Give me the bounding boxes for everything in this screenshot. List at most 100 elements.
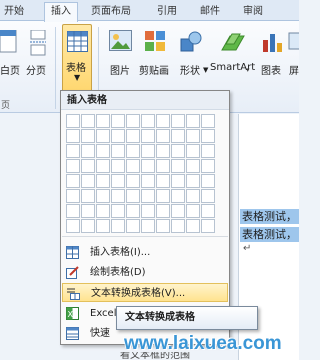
menu-item-draw-table[interactable]: 绘制表格(D) xyxy=(62,263,228,282)
table-grid-cell[interactable] xyxy=(96,219,110,233)
table-grid-cell[interactable] xyxy=(186,219,200,233)
table-grid-cell[interactable] xyxy=(96,189,110,203)
table-grid-cell[interactable] xyxy=(171,204,185,218)
table-grid-cell[interactable] xyxy=(81,114,95,128)
page-break-button[interactable]: 分页 xyxy=(24,28,52,94)
table-grid-cell[interactable] xyxy=(66,219,80,233)
table-grid-cell[interactable] xyxy=(156,144,170,158)
table-grid-cell[interactable] xyxy=(141,129,155,143)
table-grid-cell[interactable] xyxy=(156,114,170,128)
table-grid-cell[interactable] xyxy=(201,189,215,203)
table-grid-cell[interactable] xyxy=(156,219,170,233)
table-grid-cell[interactable] xyxy=(171,159,185,173)
table-grid-cell[interactable] xyxy=(111,144,125,158)
table-grid-cell[interactable] xyxy=(96,204,110,218)
table-grid-cell[interactable] xyxy=(171,144,185,158)
table-grid-cell[interactable] xyxy=(111,204,125,218)
table-grid-cell[interactable] xyxy=(66,129,80,143)
shapes-button[interactable]: 形状 ▼ xyxy=(176,28,208,94)
table-grid-cell[interactable] xyxy=(141,144,155,158)
table-grid-cell[interactable] xyxy=(126,204,140,218)
table-grid-cell[interactable] xyxy=(126,174,140,188)
table-grid-cell[interactable] xyxy=(141,174,155,188)
table-grid-cell[interactable] xyxy=(186,129,200,143)
table-grid-cell[interactable] xyxy=(171,219,185,233)
table-grid-cell[interactable] xyxy=(66,174,80,188)
table-grid-cell[interactable] xyxy=(201,219,215,233)
tab-review[interactable]: 审阅 xyxy=(243,3,263,21)
blank-page-button[interactable]: 白页 xyxy=(0,28,22,94)
table-grid-cell[interactable] xyxy=(66,189,80,203)
chart-button[interactable]: 图表 xyxy=(258,28,286,94)
table-grid-cell[interactable] xyxy=(66,114,80,128)
tab-mailings[interactable]: 邮件 xyxy=(200,3,220,21)
table-grid-cell[interactable] xyxy=(96,144,110,158)
screenshot-button[interactable]: 屏 xyxy=(288,28,299,94)
table-grid-cell[interactable] xyxy=(126,144,140,158)
menu-item-insert-table[interactable]: 插入表格(I)... xyxy=(62,243,228,262)
document-line-2[interactable]: 表格测试， xyxy=(240,227,299,242)
tab-home[interactable]: 开始 xyxy=(4,3,24,21)
table-grid-cell[interactable] xyxy=(126,129,140,143)
table-grid-cell[interactable] xyxy=(96,159,110,173)
table-grid-cell[interactable] xyxy=(186,114,200,128)
table-grid-cell[interactable] xyxy=(126,189,140,203)
table-grid-cell[interactable] xyxy=(126,219,140,233)
table-grid-cell[interactable] xyxy=(81,129,95,143)
tab-page-layout[interactable]: 页面布局 xyxy=(91,3,131,21)
table-grid-cell[interactable] xyxy=(111,189,125,203)
table-grid-cell[interactable] xyxy=(201,114,215,128)
table-grid-cell[interactable] xyxy=(141,189,155,203)
table-grid-cell[interactable] xyxy=(201,174,215,188)
table-grid-cell[interactable] xyxy=(201,159,215,173)
smartart-button[interactable]: SmartArt xyxy=(208,28,256,94)
table-grid-cell[interactable] xyxy=(186,189,200,203)
table-grid-cell[interactable] xyxy=(141,159,155,173)
tab-insert[interactable]: 插入 xyxy=(44,2,78,22)
clipart-button[interactable]: 剪贴画 xyxy=(138,28,174,94)
table-grid-cell[interactable] xyxy=(96,114,110,128)
table-grid-cell[interactable] xyxy=(156,129,170,143)
document-line-1[interactable]: 表格测试， xyxy=(240,209,299,224)
table-grid-cell[interactable] xyxy=(156,159,170,173)
table-grid-cell[interactable] xyxy=(81,189,95,203)
table-grid-cell[interactable] xyxy=(126,114,140,128)
table-grid-cell[interactable] xyxy=(156,174,170,188)
table-grid-cell[interactable] xyxy=(141,204,155,218)
table-grid-cell[interactable] xyxy=(186,204,200,218)
table-grid-cell[interactable] xyxy=(111,129,125,143)
table-grid-cell[interactable] xyxy=(171,174,185,188)
table-grid-cell[interactable] xyxy=(81,144,95,158)
table-grid-cell[interactable] xyxy=(201,129,215,143)
table-grid-cell[interactable] xyxy=(81,174,95,188)
table-grid-cell[interactable] xyxy=(171,129,185,143)
table-grid-cell[interactable] xyxy=(66,204,80,218)
table-grid-cell[interactable] xyxy=(141,114,155,128)
table-grid-cell[interactable] xyxy=(96,174,110,188)
table-grid-cell[interactable] xyxy=(156,204,170,218)
table-grid-cell[interactable] xyxy=(141,219,155,233)
table-grid-cell[interactable] xyxy=(81,219,95,233)
table-grid-cell[interactable] xyxy=(66,159,80,173)
menu-item-convert-text-to-table[interactable]: 文本转换成表格(V)... xyxy=(62,283,228,302)
table-grid-cell[interactable] xyxy=(96,129,110,143)
picture-button[interactable]: 图片 xyxy=(104,28,136,94)
table-grid-cell[interactable] xyxy=(201,204,215,218)
table-grid-cell[interactable] xyxy=(156,189,170,203)
tab-references[interactable]: 引用 xyxy=(157,3,177,21)
table-grid-cell[interactable] xyxy=(126,159,140,173)
table-grid-cell[interactable] xyxy=(81,159,95,173)
table-grid-cell[interactable] xyxy=(111,159,125,173)
table-grid-cell[interactable] xyxy=(186,174,200,188)
table-grid-cell[interactable] xyxy=(171,189,185,203)
table-grid-cell[interactable] xyxy=(186,144,200,158)
table-grid-cell[interactable] xyxy=(66,144,80,158)
table-grid-cell[interactable] xyxy=(111,174,125,188)
table-grid-cell[interactable] xyxy=(111,219,125,233)
table-size-grid[interactable] xyxy=(66,114,215,233)
table-grid-cell[interactable] xyxy=(186,159,200,173)
table-grid-cell[interactable] xyxy=(111,114,125,128)
table-grid-cell[interactable] xyxy=(81,204,95,218)
table-grid-cell[interactable] xyxy=(171,114,185,128)
table-grid-cell[interactable] xyxy=(201,144,215,158)
